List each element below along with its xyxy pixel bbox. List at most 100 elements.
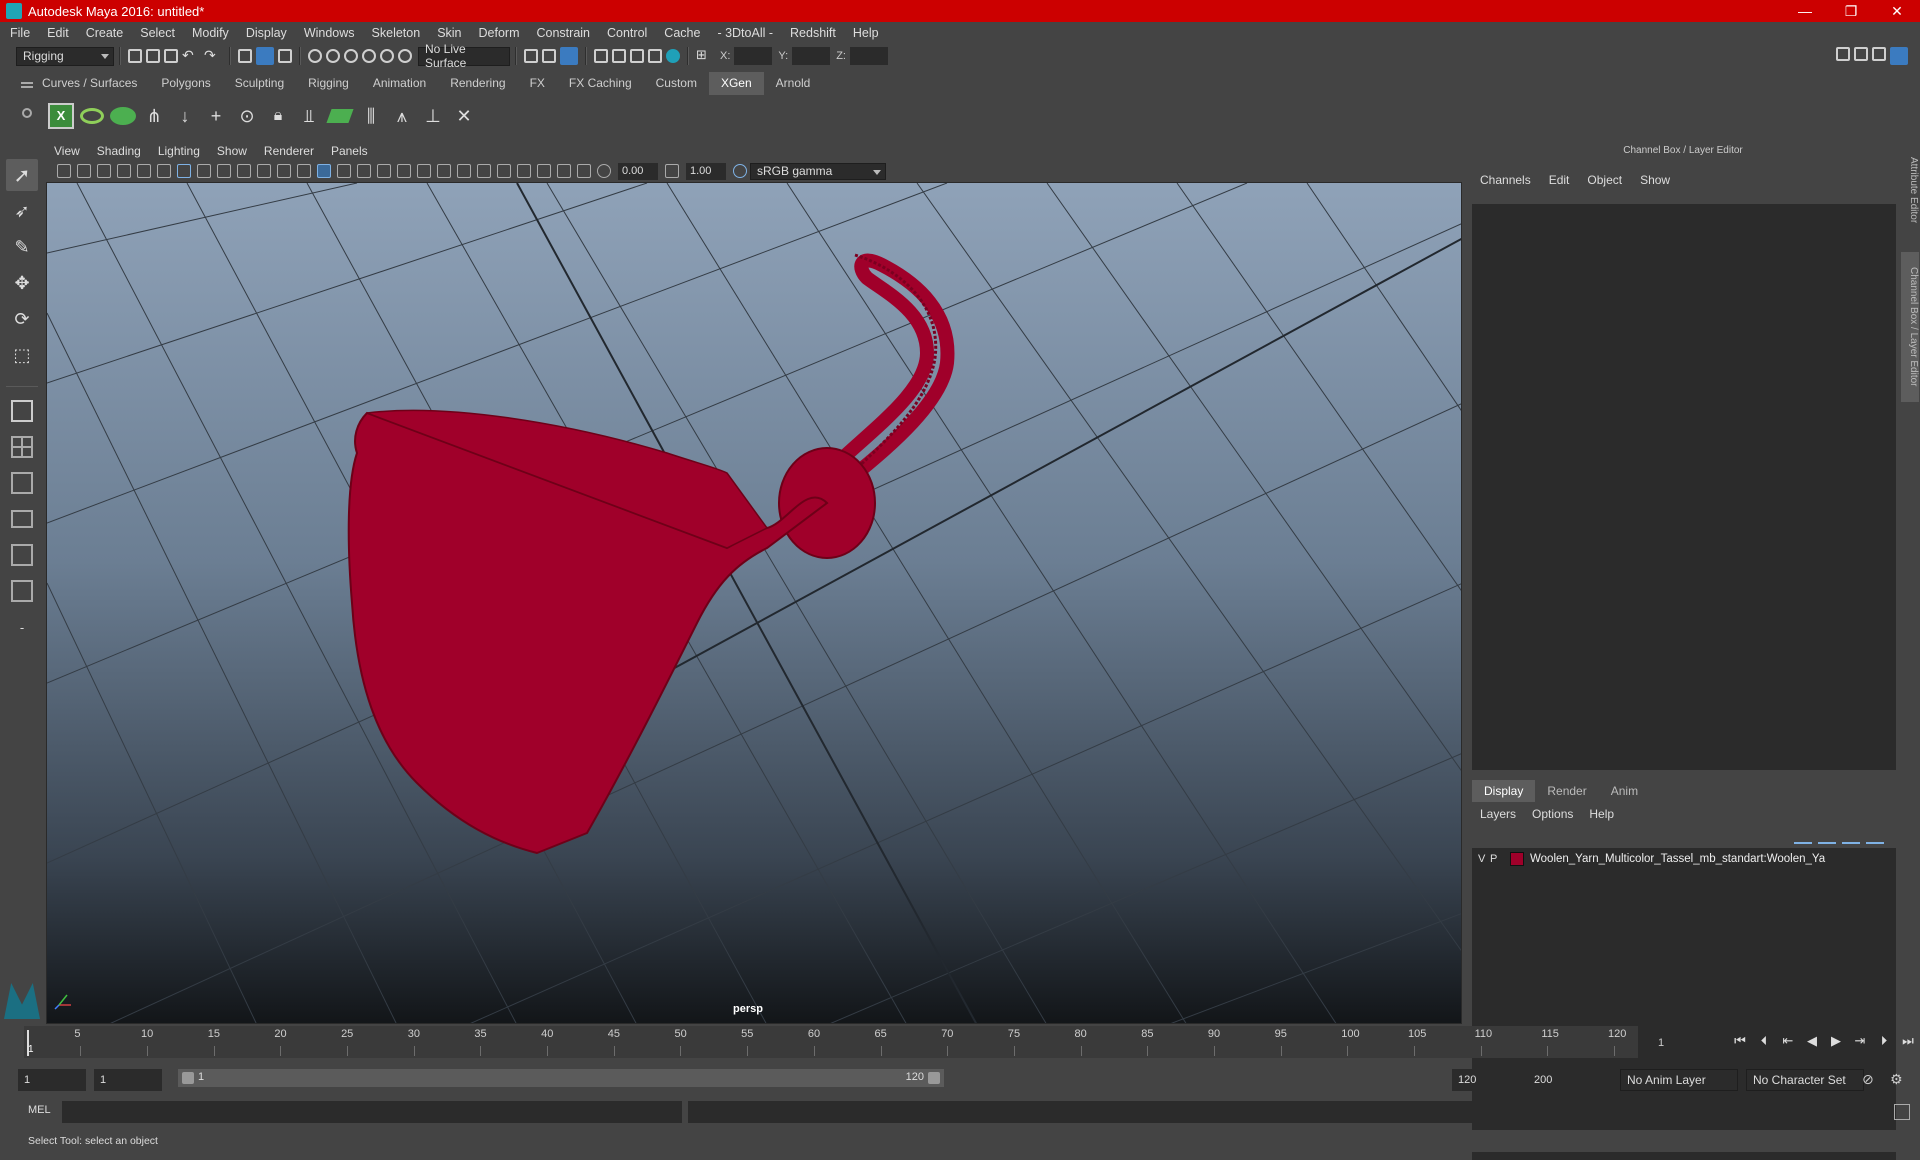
gear-icon[interactable] <box>22 108 32 118</box>
depth-of-field-icon[interactable] <box>497 164 511 178</box>
redo-icon[interactable]: ↷ <box>204 47 222 65</box>
exposure-field[interactable]: 0.00 <box>618 162 658 180</box>
channel-box-menu-edit[interactable]: Edit <box>1549 173 1570 187</box>
snap-grid-icon[interactable] <box>308 49 322 63</box>
select-camera-icon[interactable] <box>57 164 71 178</box>
playback-end-field[interactable]: 120 <box>1452 1069 1522 1091</box>
menuset-dropdown[interactable]: Rigging <box>16 46 114 66</box>
layer-playback-toggle[interactable]: P <box>1490 853 1502 865</box>
transform-constraint-icon[interactable]: ⊞ <box>696 47 714 65</box>
go-to-start-icon[interactable]: ⏮ <box>1728 1033 1752 1049</box>
animation-end-field[interactable]: 200 <box>1528 1069 1598 1091</box>
menu-skeleton[interactable]: Skeleton <box>372 26 421 40</box>
tab-rendering[interactable]: Rendering <box>438 72 517 95</box>
shadows-icon[interactable] <box>417 164 431 178</box>
select-component-icon[interactable] <box>278 49 292 63</box>
menu-deform[interactable]: Deform <box>479 26 520 40</box>
scale-tool-icon[interactable]: ⬚ <box>6 339 38 371</box>
tab-channel-box-layer-editor[interactable]: Channel Box / Layer Editor <box>1901 252 1919 402</box>
snap-curve-icon[interactable] <box>326 49 340 63</box>
step-forward-frame-icon[interactable]: ⏵ <box>1872 1033 1896 1049</box>
gate-mask-icon[interactable] <box>237 164 251 178</box>
persp-graph-layout-icon[interactable] <box>6 503 38 535</box>
play-backwards-icon[interactable]: ◀ <box>1800 1033 1824 1049</box>
playback-start-field[interactable]: 1 <box>94 1069 162 1091</box>
tab-display-layers[interactable]: Display <box>1472 780 1536 802</box>
go-to-end-icon[interactable]: ⏭ <box>1896 1033 1920 1049</box>
render-settings-icon[interactable] <box>648 49 662 63</box>
z-field[interactable] <box>849 47 888 65</box>
more-layouts-icon[interactable]: - <box>6 611 38 643</box>
menu-file[interactable]: File <box>10 26 30 40</box>
menu-control[interactable]: Control <box>607 26 647 40</box>
channel-list[interactable] <box>1472 204 1896 770</box>
move-tool-icon[interactable]: ✥ <box>6 267 38 299</box>
layer-stack-icon[interactable] <box>325 101 355 131</box>
construction-history-icon[interactable] <box>560 47 578 65</box>
layer-menu-layers[interactable]: Layers <box>1480 807 1516 821</box>
play-forwards-icon[interactable]: ▶ <box>1824 1033 1848 1049</box>
script-language-label[interactable]: MEL <box>28 1104 51 1116</box>
panel-menu-shading[interactable]: Shading <box>97 144 141 158</box>
channel-box-toggle-icon[interactable] <box>1890 47 1908 65</box>
insert-guide-icon[interactable]: + <box>201 101 231 131</box>
xgen-preview-icon[interactable] <box>77 101 107 131</box>
current-frame-field[interactable]: 1 <box>1652 1034 1718 1052</box>
input-ops-icon[interactable] <box>524 49 538 63</box>
tab-arnold[interactable]: Arnold <box>764 72 823 95</box>
menu-help[interactable]: Help <box>853 26 879 40</box>
viewport-canvas[interactable] <box>47 183 1462 1024</box>
save-scene-icon[interactable] <box>164 49 178 63</box>
paint-select-tool-icon[interactable]: ✎ <box>6 231 38 263</box>
tab-custom[interactable]: Custom <box>644 72 709 95</box>
ambient-occlusion-icon[interactable] <box>437 164 451 178</box>
default-material-icon[interactable] <box>357 164 371 178</box>
cut-guides-icon[interactable]: ⊥ <box>418 101 448 131</box>
rotate-tool-icon[interactable]: ⟳ <box>6 303 38 335</box>
panel-menu-panels[interactable]: Panels <box>331 144 368 158</box>
use-all-lights-icon[interactable] <box>397 164 411 178</box>
channel-box-menu-show[interactable]: Show <box>1640 173 1670 187</box>
gamma-field[interactable]: 1.00 <box>686 162 726 180</box>
animation-start-field[interactable]: 1 <box>18 1069 86 1091</box>
menu-select[interactable]: Select <box>140 26 175 40</box>
render-frame-icon[interactable] <box>612 49 626 63</box>
snap-point-icon[interactable] <box>344 49 358 63</box>
step-forward-key-icon[interactable]: ⇥ <box>1848 1033 1872 1049</box>
menu-display[interactable]: Display <box>246 26 287 40</box>
step-back-key-icon[interactable]: ⇤ <box>1776 1033 1800 1049</box>
layer-name[interactable]: Woolen_Yarn_Multicolor_Tassel_mb_standar… <box>1530 853 1825 865</box>
menu-edit[interactable]: Edit <box>47 26 69 40</box>
select-object-icon[interactable] <box>256 47 274 65</box>
panel-menu-show[interactable]: Show <box>217 144 247 158</box>
xray-joints-icon[interactable] <box>557 164 571 178</box>
single-perspective-layout-icon[interactable] <box>6 395 38 427</box>
animation-preferences-icon[interactable]: ⚙ <box>1890 1071 1903 1088</box>
comb-guides-icon[interactable]: ⫼ <box>356 101 386 131</box>
menu-windows[interactable]: Windows <box>304 26 355 40</box>
range-start-handle[interactable] <box>182 1072 194 1084</box>
hypershade-icon[interactable] <box>666 49 680 63</box>
tab-polygons[interactable]: Polygons <box>149 72 222 95</box>
resolution-gate-icon[interactable] <box>217 164 231 178</box>
menu-modify[interactable]: Modify <box>192 26 229 40</box>
xray-icon[interactable] <box>537 164 551 178</box>
x-field[interactable] <box>734 47 773 65</box>
field-chart-icon[interactable] <box>257 164 271 178</box>
hypershade-layout-icon[interactable] <box>6 575 38 607</box>
panel-menu-renderer[interactable]: Renderer <box>264 144 314 158</box>
tab-fx[interactable]: FX <box>518 72 557 95</box>
tab-xgen[interactable]: XGen <box>708 72 764 95</box>
isolate-select-icon[interactable] <box>517 164 531 178</box>
four-view-layout-icon[interactable] <box>6 431 38 463</box>
character-set-dropdown[interactable]: No Character Set <box>1746 1069 1864 1091</box>
layer-row[interactable]: V P Woolen_Yarn_Multicolor_Tassel_mb_sta… <box>1472 848 1896 870</box>
clump-guides-icon[interactable]: ⩚ <box>387 101 417 131</box>
command-input[interactable] <box>62 1101 682 1123</box>
color-management-icon[interactable] <box>733 164 747 178</box>
layer-visibility-toggle[interactable]: V <box>1478 853 1490 865</box>
maximize-button[interactable]: ❐ <box>1828 3 1874 20</box>
snap-view-plane-icon[interactable] <box>362 49 376 63</box>
view-transform-dropdown[interactable]: sRGB gamma <box>750 162 886 180</box>
tab-animation[interactable]: Animation <box>361 72 438 95</box>
